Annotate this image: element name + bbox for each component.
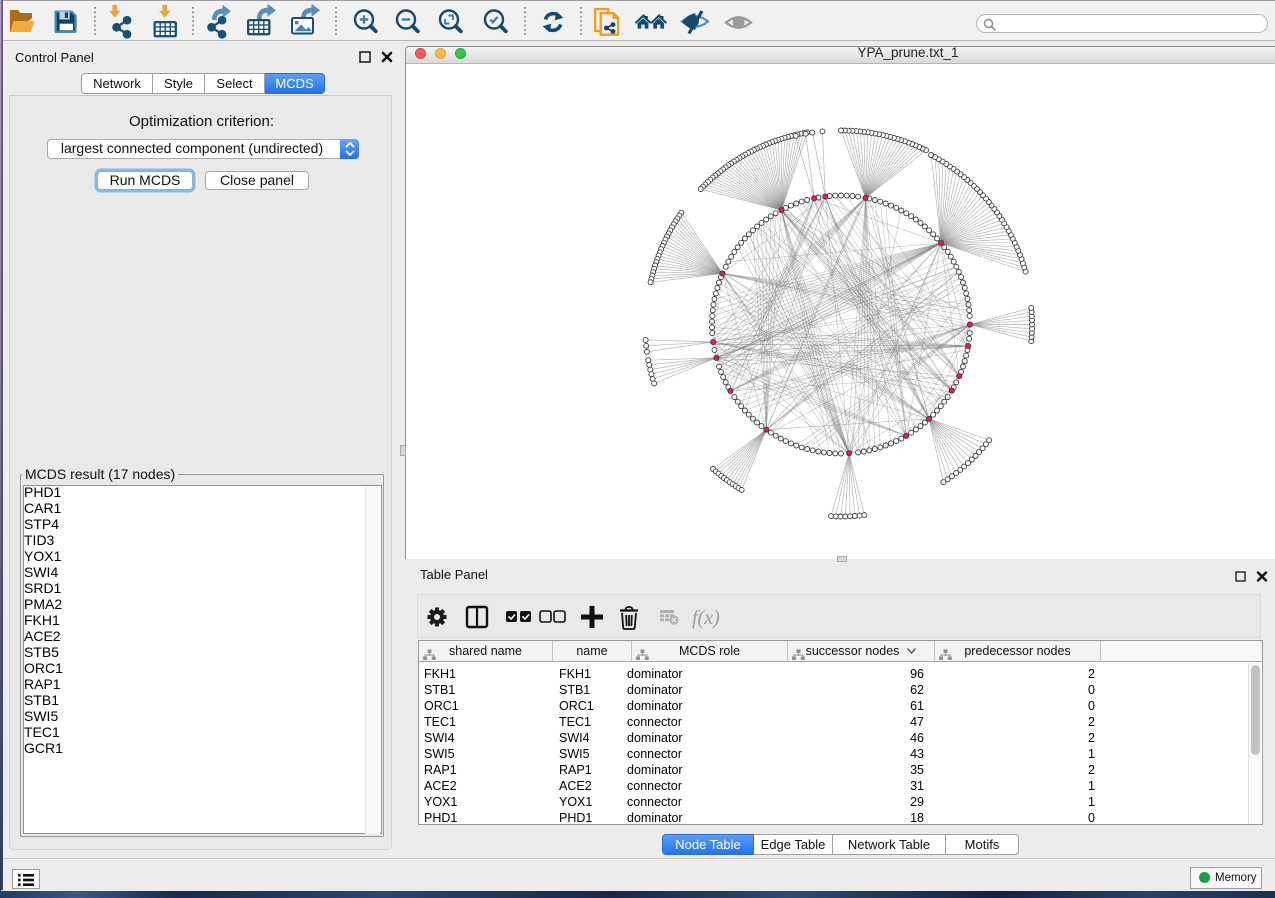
svg-text:f(x): f(x) [692, 607, 720, 629]
